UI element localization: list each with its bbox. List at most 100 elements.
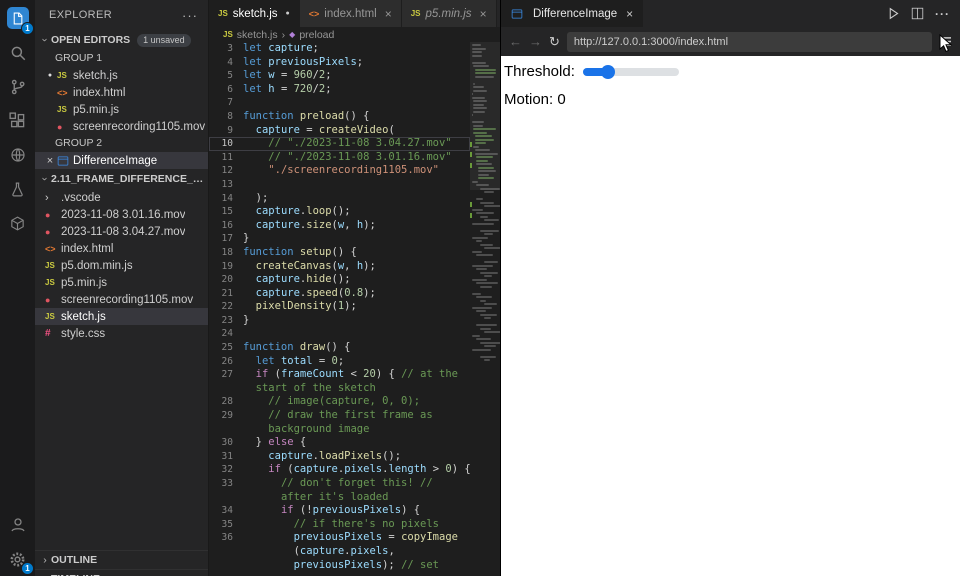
testing-icon[interactable] xyxy=(0,172,35,206)
tab-index-html[interactable]: <> index.html × xyxy=(299,0,402,27)
file-item-2023-11-08-3-01-16-mov[interactable]: ● 2023-11-08 3.01.16.mov xyxy=(35,206,208,223)
code-line-19[interactable]: 19 createCanvas(w, h); xyxy=(209,260,470,274)
forward-icon[interactable]: → xyxy=(529,34,542,49)
close-icon[interactable]: × xyxy=(480,7,487,21)
open-editors-header[interactable]: › OPEN EDITORS 1 unsaved xyxy=(35,30,208,50)
code-line-5[interactable]: 5 let w = 960/2; xyxy=(209,69,470,83)
settings-gear-icon[interactable]: 1 xyxy=(0,542,35,576)
code-line-25[interactable]: 25 function draw() { xyxy=(209,341,470,355)
explorer-activity-icon[interactable]: 1 xyxy=(0,0,35,36)
code-line-35[interactable]: 35 // if there's no pixels xyxy=(209,518,470,532)
code-line-28[interactable]: 28 // image(capture, 0, 0); xyxy=(209,395,470,409)
file-item-sketch-js[interactable]: ● JS sketch.js xyxy=(35,67,208,84)
video-file-icon: ● xyxy=(45,294,51,305)
code-line-wrap[interactable]: after it's loaded xyxy=(209,491,470,505)
source-control-icon[interactable] xyxy=(0,70,35,104)
outline-header[interactable]: › OUTLINE xyxy=(35,550,208,569)
more-actions-icon[interactable]: ··· xyxy=(182,8,198,23)
file-item-sketch-js[interactable]: JS sketch.js xyxy=(35,308,208,325)
close-icon[interactable]: × xyxy=(385,7,392,21)
url-input[interactable]: http://127.0.0.1:3000/index.html xyxy=(566,31,932,52)
line-number: 15 xyxy=(221,206,233,218)
code-line-16[interactable]: 16 capture.size(w, h); xyxy=(209,219,470,233)
code-line-31[interactable]: 31 capture.loadPixels(); xyxy=(209,450,470,464)
file-item-differenceimage[interactable]: × DifferenceImage xyxy=(35,152,208,169)
code-line-20[interactable]: 20 capture.hide(); xyxy=(209,273,470,287)
breadcrumb-symbol[interactable]: preload xyxy=(299,29,334,41)
play-icon[interactable] xyxy=(887,7,900,20)
code-line-14[interactable]: 14 ); xyxy=(209,192,470,206)
code-line-8[interactable]: 8 function preload() { xyxy=(209,110,470,124)
close-icon[interactable]: × xyxy=(43,155,57,167)
tab-p5-min-js[interactable]: JS p5.min.js × xyxy=(401,0,497,27)
code-line-wrap[interactable]: background image xyxy=(209,423,470,437)
code-line-21[interactable]: 21 capture.speed(0.8); xyxy=(209,287,470,301)
threshold-slider[interactable] xyxy=(582,64,679,79)
close-icon[interactable]: × xyxy=(626,7,633,21)
code-line-29[interactable]: 29 // draw the first frame as xyxy=(209,409,470,423)
code-line-15[interactable]: 15 capture.loop(); xyxy=(209,205,470,219)
minimap[interactable] xyxy=(470,42,500,576)
code-line-36[interactable]: 36 previousPixels = copyImage xyxy=(209,531,470,545)
minimap-slider[interactable] xyxy=(470,42,500,190)
code-line-7[interactable]: 7 xyxy=(209,96,470,110)
code-line-4[interactable]: 4 let previousPixels; xyxy=(209,56,470,70)
code-line-6[interactable]: 6 let h = 720/2; xyxy=(209,83,470,97)
file-item-2023-11-08-3-04-27-mov[interactable]: ● 2023-11-08 3.04.27.mov xyxy=(35,223,208,240)
code-line-12[interactable]: 12 "./screenrecording1105.mov" xyxy=(209,164,470,178)
code-line-10[interactable]: 10 // "./2023-11-08 3.04.27.mov" xyxy=(209,137,470,151)
code-line-27[interactable]: 27 if (frameCount < 20) { // at the xyxy=(209,368,470,382)
file-item-screenrecording1105-mov[interactable]: ● screenrecording1105.mov xyxy=(35,118,208,135)
code-line-11[interactable]: 11 // "./2023-11-08 3.01.16.mov" xyxy=(209,151,470,165)
remote-explorer-icon[interactable] xyxy=(0,138,35,172)
code-line-18[interactable]: 18 function setup() { xyxy=(209,246,470,260)
code-line-33[interactable]: 33 // don't forget this! // xyxy=(209,477,470,491)
code-editor[interactable]: 3 let capture; 4 let previousPixels; 5 let w … xyxy=(209,42,470,576)
code-line-24[interactable]: 24 xyxy=(209,327,470,341)
code-line-9[interactable]: 9 capture = createVideo( xyxy=(209,124,470,138)
split-editor-icon[interactable] xyxy=(911,7,924,20)
modified-dot-icon[interactable]: ● xyxy=(286,10,290,17)
accounts-icon[interactable] xyxy=(0,508,35,542)
code-line-wrap[interactable]: (capture.pixels, xyxy=(209,545,470,559)
file-item-screenrecording1105-mov[interactable]: ● screenrecording1105.mov xyxy=(35,291,208,308)
file-item-vscode[interactable]: › .vscode xyxy=(35,189,208,206)
reload-icon[interactable]: ↻ xyxy=(549,34,560,50)
package-icon[interactable] xyxy=(0,206,35,240)
search-icon[interactable] xyxy=(0,36,35,70)
file-item-index-html[interactable]: <> index.html xyxy=(35,240,208,257)
extensions-icon[interactable] xyxy=(0,104,35,138)
file-item-p5-min-js[interactable]: JS p5.min.js xyxy=(35,101,208,118)
js-file-icon: JS xyxy=(45,312,55,321)
code-line-23[interactable]: 23} xyxy=(209,314,470,328)
file-item-p5-dom-min-js[interactable]: JS p5.dom.min.js xyxy=(35,257,208,274)
line-number: 20 xyxy=(221,274,233,286)
chevron-down-icon: › xyxy=(39,38,51,42)
line-number: 26 xyxy=(221,355,233,367)
code-line-wrap[interactable]: previousPixels); // set xyxy=(209,559,470,573)
code-line-26[interactable]: 26 let total = 0; xyxy=(209,355,470,369)
file-item-index-html[interactable]: <> index.html xyxy=(35,84,208,101)
file-item-style-css[interactable]: # style.css xyxy=(35,325,208,342)
code-line-17[interactable]: 17} xyxy=(209,232,470,246)
code-line-32[interactable]: 32 if (capture.pixels.length > 0) { xyxy=(209,463,470,477)
workspace-folder-header[interactable]: › 2.11_FRAME_DIFFERENCE_OVER_ xyxy=(35,169,208,189)
slider-thumb[interactable] xyxy=(600,64,615,79)
breadcrumb-file[interactable]: sketch.js xyxy=(237,29,278,41)
tab-sketch-js[interactable]: JS sketch.js ● xyxy=(209,0,300,27)
tab-differenceimage[interactable]: DifferenceImage × xyxy=(501,0,644,27)
code-line-wrap[interactable]: start of the sketch xyxy=(209,382,470,396)
video-file-icon: ● xyxy=(45,209,51,220)
code-line-22[interactable]: 22 pixelDensity(1); xyxy=(209,300,470,314)
back-icon[interactable]: ← xyxy=(509,34,522,49)
file-item-p5-min-js[interactable]: JS p5.min.js xyxy=(35,274,208,291)
more-actions-icon[interactable]: ··· xyxy=(935,7,950,21)
code-line-3[interactable]: 3 let capture; xyxy=(209,42,470,56)
code-line-13[interactable]: 13 xyxy=(209,178,470,192)
timeline-header[interactable]: › TIMELINE xyxy=(35,569,208,576)
code-line-30[interactable]: 30 } else { xyxy=(209,436,470,450)
explorer-sidebar: EXPLORER ··· › OPEN EDITORS 1 unsaved GR… xyxy=(35,0,208,576)
motion-label: Motion: 0 xyxy=(504,91,566,108)
menu-icon[interactable] xyxy=(939,36,952,47)
code-line-34[interactable]: 34 if (!previousPixels) { xyxy=(209,504,470,518)
